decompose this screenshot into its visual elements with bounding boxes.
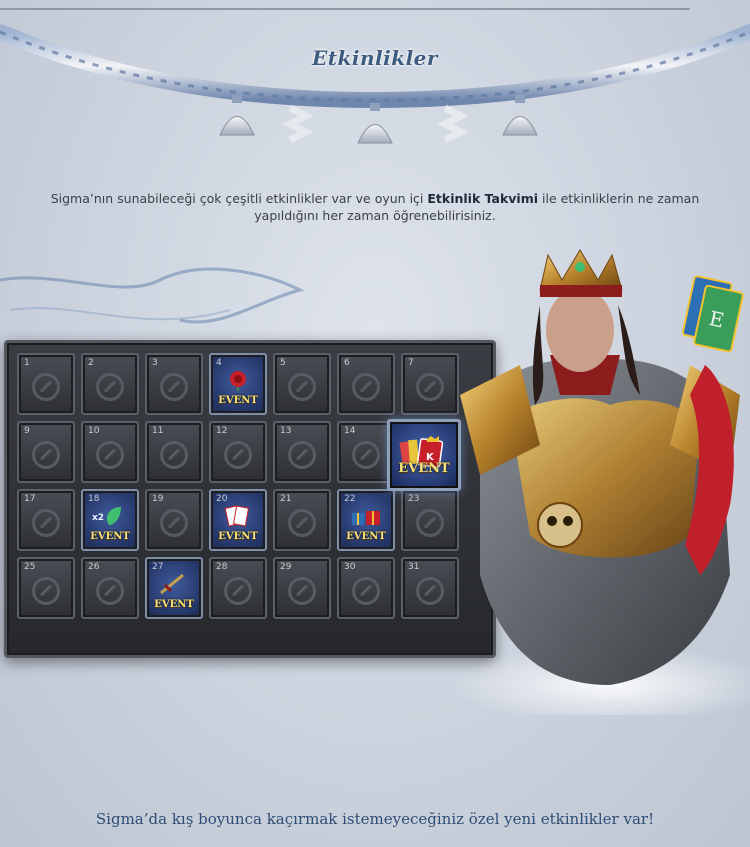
- empty-slot-icon: [288, 372, 316, 401]
- calendar-day-cell[interactable]: 30: [337, 557, 395, 619]
- empty-slot-icon: [160, 372, 188, 401]
- empty-slot-icon: [32, 576, 60, 605]
- day-number: 10: [88, 426, 100, 436]
- calendar-day-cell[interactable]: 9: [17, 421, 75, 483]
- day-number: 18: [88, 494, 100, 504]
- calendar-event-cell[interactable]: 18 x2 EVENT: [81, 489, 139, 551]
- empty-slot-icon: [96, 440, 124, 469]
- empty-slot-icon: [96, 372, 124, 401]
- rose-icon: [225, 369, 251, 395]
- event-label: EVENT: [90, 531, 130, 542]
- event-label: EVENT: [154, 599, 194, 610]
- footer-tagline: Sigma’da kış boyunca kaçırmak istemeyece…: [95, 810, 655, 828]
- calendar-event-cell[interactable]: 22 EVENT: [337, 489, 395, 551]
- day-number: 6: [344, 358, 350, 368]
- empty-slot-icon: [224, 440, 252, 469]
- calendar-highlight: Etkinlik Takvimi: [427, 191, 539, 206]
- empty-slot-icon: [352, 576, 380, 605]
- day-number: 2: [88, 358, 94, 368]
- calendar-event-cell[interactable]: 27 EVENT: [145, 557, 203, 619]
- calendar-day-cell[interactable]: 28: [209, 557, 267, 619]
- day-number: 9: [24, 426, 30, 436]
- tassel-center: [357, 103, 393, 144]
- calendar-day-cell[interactable]: 25: [17, 557, 75, 619]
- day-number: 11: [152, 426, 164, 436]
- day-number: 1: [24, 358, 30, 368]
- empty-slot-icon: [160, 440, 188, 469]
- day-number: 26: [88, 562, 100, 572]
- day-number: 14: [344, 426, 356, 436]
- calendar-day-cell[interactable]: 1: [17, 353, 75, 415]
- day-number: 28: [216, 562, 228, 572]
- day-number: 21: [280, 494, 292, 504]
- day-number: 20: [216, 494, 228, 504]
- empty-slot-icon: [352, 372, 380, 401]
- event-calendar: 1 2 3 4 EVENT 5 6 7 9 10 11 12 13 14 17 18 x2 EVENT 19 20 EV…: [4, 340, 496, 658]
- event-label: EVENT: [346, 531, 386, 542]
- empty-slot-icon: [32, 440, 60, 469]
- empty-slot-icon: [288, 576, 316, 605]
- day-number: 17: [24, 494, 36, 504]
- event-label: EVENT: [218, 531, 258, 542]
- sword-icon: [157, 573, 191, 599]
- empty-slot-icon: [32, 372, 60, 401]
- calendar-day-cell[interactable]: 21: [273, 489, 331, 551]
- day-number: 31: [408, 562, 420, 572]
- day-number: 13: [280, 426, 292, 436]
- calendar-day-cell[interactable]: 13: [273, 421, 331, 483]
- page-title: Etkinlikler: [312, 46, 438, 70]
- calendar-day-cell[interactable]: 19: [145, 489, 203, 551]
- event-label: EVENT: [218, 395, 258, 406]
- empty-slot-icon: [96, 576, 124, 605]
- empty-slot-icon: [288, 440, 316, 469]
- day-number: 25: [24, 562, 36, 572]
- intro-text: Sigma’nın sunabileceği çok çeşitli etkin…: [50, 191, 700, 223]
- empty-slot-icon: [288, 508, 316, 537]
- day-number: 27: [152, 562, 164, 572]
- cards-icon: [221, 505, 255, 531]
- calendar-event-cell[interactable]: 4 EVENT: [209, 353, 267, 415]
- day-number: 22: [344, 494, 356, 504]
- day-number: 19: [152, 494, 164, 504]
- tassel-right: [502, 95, 538, 136]
- calendar-event-cell[interactable]: 20 EVENT: [209, 489, 267, 551]
- day-number: 29: [280, 562, 292, 572]
- empty-slot-icon: [352, 440, 380, 469]
- day-number: 30: [344, 562, 356, 572]
- king-character-illustration: E: [450, 249, 750, 715]
- calendar-day-cell[interactable]: 29: [273, 557, 331, 619]
- calendar-day-cell[interactable]: 17: [17, 489, 75, 551]
- day-number: 7: [408, 358, 414, 368]
- empty-slot-icon: [224, 576, 252, 605]
- day-number: 5: [280, 358, 286, 368]
- calendar-day-cell[interactable]: 6: [337, 353, 395, 415]
- day-number: 3: [152, 358, 158, 368]
- calendar-day-cell[interactable]: 11: [145, 421, 203, 483]
- day-number: 4: [216, 358, 222, 368]
- gift-icon: [348, 505, 384, 531]
- calendar-day-cell[interactable]: 12: [209, 421, 267, 483]
- calendar-day-cell[interactable]: 2: [81, 353, 139, 415]
- empty-slot-icon: [32, 508, 60, 537]
- day-number: 23: [408, 494, 420, 504]
- calendar-day-cell[interactable]: 26: [81, 557, 139, 619]
- rope-banner-decoration: [0, 24, 750, 144]
- calendar-day-cell[interactable]: 5: [273, 353, 331, 415]
- multiplier-badge: x2: [92, 513, 105, 523]
- day-number: 12: [216, 426, 228, 436]
- calendar-day-cell[interactable]: 3: [145, 353, 203, 415]
- calendar-day-cell[interactable]: 10: [81, 421, 139, 483]
- empty-slot-icon: [160, 508, 188, 537]
